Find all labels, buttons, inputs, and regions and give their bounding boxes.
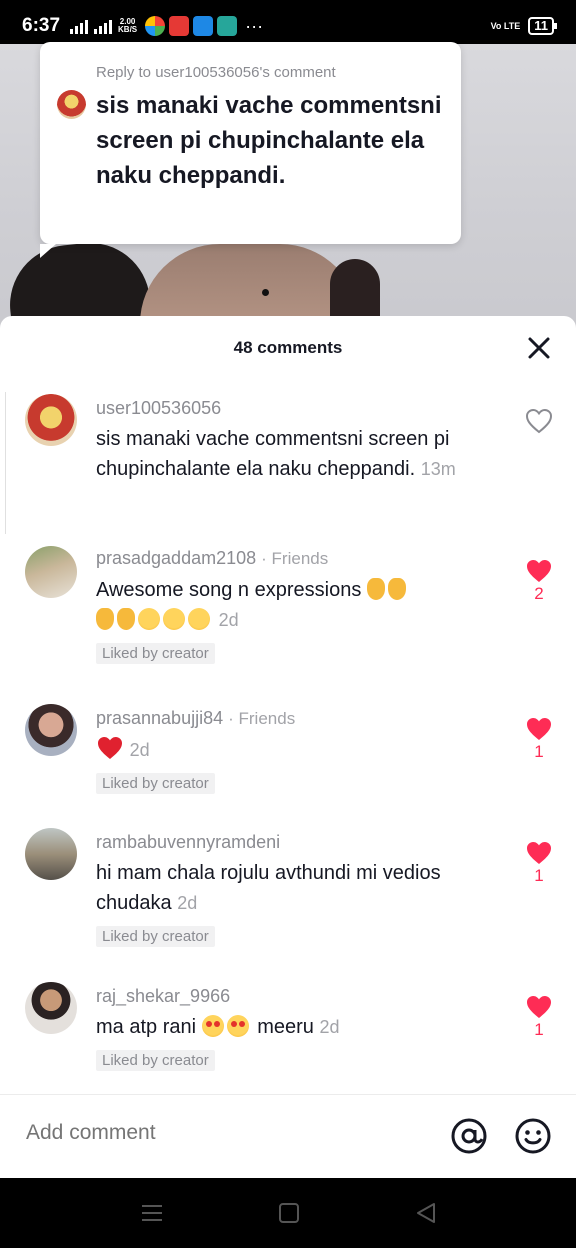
like-button[interactable]: 1: [522, 994, 556, 1040]
home-square-icon: [279, 1203, 299, 1223]
emoji-button[interactable]: [514, 1117, 552, 1155]
comment-item[interactable]: raj_shekar_9966 ma atp rani meeru 2d Lik…: [0, 982, 576, 1082]
at-icon: [451, 1118, 487, 1154]
system-nav-bar: [0, 1178, 576, 1248]
back-triangle-icon: [417, 1203, 435, 1223]
comment-item[interactable]: prasadgaddam2108 · Friends Awesome song …: [0, 544, 576, 684]
smile-emoji-icon: [163, 608, 185, 630]
comment-text-end: meeru: [257, 1016, 314, 1038]
like-button[interactable]: [522, 408, 556, 434]
close-button[interactable]: [523, 332, 555, 364]
avatar[interactable]: [25, 394, 77, 446]
like-count: 1: [534, 742, 544, 761]
signal-icon-2: [94, 18, 113, 34]
friends-label: · Friends: [228, 709, 296, 728]
comment-text: sis manaki vache commentsni screen pi ch…: [96, 428, 450, 480]
ok-hand-emoji-icon: [366, 578, 385, 600]
liked-by-creator-badge: Liked by creator: [96, 1050, 215, 1071]
like-button[interactable]: 1: [522, 840, 556, 886]
reply-sticker-header: Reply to user100536056's comment: [96, 64, 336, 81]
app-notification-icon: [217, 16, 238, 36]
ok-hand-emoji-icon: [96, 608, 114, 630]
net-speed-unit: KB/S: [118, 25, 138, 34]
heart-eyes-emoji-icon: [226, 1015, 249, 1037]
app-notification-icon: [145, 16, 166, 36]
heart-outline-icon: [525, 408, 553, 434]
more-notifications-icon: ···: [245, 15, 264, 36]
avatar[interactable]: [25, 546, 77, 598]
comment-item[interactable]: prasannabujji84 · Friends 2d Liked by cr…: [0, 704, 576, 804]
comment-username[interactable]: user100536056: [96, 396, 496, 420]
username-text[interactable]: raj_shekar_9966: [96, 986, 230, 1006]
username-text[interactable]: user100536056: [96, 398, 221, 418]
comment-username[interactable]: prasannabujji84 · Friends: [96, 706, 496, 731]
red-heart-emoji-icon: [98, 737, 122, 759]
heart-eyes-emoji-icon: [201, 1015, 224, 1037]
comment-count: 48 comments: [233, 338, 343, 357]
like-count: 1: [534, 866, 544, 885]
comment-time: 2d: [218, 610, 239, 630]
video-person-bindi: [262, 289, 269, 296]
app-notification-icon: [193, 16, 214, 36]
heart-icon: [527, 996, 551, 1018]
reply-sticker-text: sis manaki vache commentsni screen pi ch…: [96, 92, 442, 189]
smile-emoji-icon: [138, 608, 160, 630]
volte-icon: Vo LTE: [490, 20, 521, 31]
like-count: 2: [534, 584, 544, 603]
comment-time: 2d: [319, 1017, 340, 1037]
like-count: 1: [534, 1020, 544, 1039]
heart-icon: [527, 718, 551, 740]
comments-header: 48 comments: [0, 316, 576, 378]
battery-icon: 11: [528, 17, 557, 35]
signal-icon: [70, 18, 89, 34]
menu-icon: [142, 1205, 162, 1221]
mention-button[interactable]: [450, 1117, 488, 1155]
comment-text: hi mam chala rojulu avthundi mi vedios c…: [96, 862, 441, 914]
menu-nav-button[interactable]: [140, 1202, 164, 1224]
comment-username[interactable]: rambabuvennyramdeni: [96, 830, 496, 854]
comment-item[interactable]: user100536056 sis manaki vache commentsn…: [0, 392, 576, 522]
reply-sticker-avatar: [57, 90, 86, 119]
comment-text: Awesome song n expressions: [96, 579, 362, 601]
status-time: 6:37: [22, 15, 61, 36]
avatar[interactable]: [25, 828, 77, 880]
add-comment-bar: [0, 1094, 576, 1178]
reply-comment-sticker: Reply to user100536056's comment sis man…: [40, 42, 461, 258]
comments-panel: 48 comments user100536056 sis manaki vac…: [0, 316, 576, 1178]
liked-by-creator-badge: Liked by creator: [96, 926, 215, 947]
app-notification-icon: [169, 16, 190, 36]
like-button[interactable]: 1: [522, 716, 556, 762]
add-comment-input[interactable]: [26, 1121, 406, 1145]
side-divider: [0, 392, 6, 534]
home-nav-button[interactable]: [277, 1202, 301, 1224]
back-nav-button[interactable]: [414, 1202, 438, 1224]
heart-icon: [527, 842, 551, 864]
username-text[interactable]: prasannabujji84: [96, 708, 223, 728]
smiley-icon: [515, 1118, 551, 1154]
smile-emoji-icon: [188, 608, 210, 630]
comment-text-start: ma atp rani: [96, 1016, 197, 1038]
like-button[interactable]: 2: [522, 558, 556, 604]
close-icon: [528, 337, 550, 359]
ok-hand-emoji-icon: [387, 578, 406, 600]
heart-icon: [527, 560, 551, 582]
username-text[interactable]: rambabuvennyramdeni: [96, 832, 280, 852]
avatar[interactable]: [25, 982, 77, 1034]
notification-icons: [145, 16, 238, 36]
username-text[interactable]: prasadgaddam2108: [96, 548, 256, 568]
comment-username[interactable]: prasadgaddam2108 · Friends: [96, 546, 496, 571]
comment-username[interactable]: raj_shekar_9966: [96, 984, 496, 1008]
friends-label: · Friends: [261, 549, 329, 568]
liked-by-creator-badge: Liked by creator: [96, 773, 215, 794]
comment-time: 2d: [129, 740, 150, 760]
comment-time: 2d: [177, 893, 198, 913]
net-speed: 2.00 KB/S: [118, 18, 137, 34]
ok-hand-emoji-icon: [117, 608, 135, 630]
liked-by-creator-badge: Liked by creator: [96, 643, 215, 664]
avatar[interactable]: [25, 704, 77, 756]
comment-item[interactable]: rambabuvennyramdeni hi mam chala rojulu …: [0, 828, 576, 958]
comment-time: 13m: [420, 459, 456, 479]
